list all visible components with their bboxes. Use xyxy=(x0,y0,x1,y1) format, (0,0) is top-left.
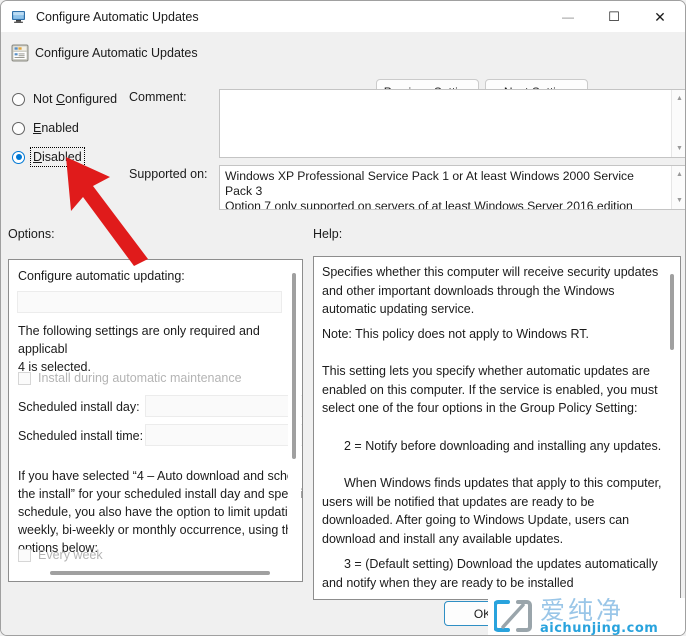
help-vertical-scrollbar[interactable] xyxy=(666,258,679,598)
radio-disabled-label: Disabled xyxy=(30,147,85,167)
supported-on-label: Supported on: xyxy=(129,167,208,181)
supported-on-text: Windows XP Professional Service Pack 1 o… xyxy=(225,169,650,210)
minimize-icon: — xyxy=(562,9,574,24)
supported-on-scrollbar[interactable]: ▲ ▼ xyxy=(671,166,685,209)
title-bar: Configure Automatic Updates — ☐ ✕ xyxy=(1,1,685,32)
help-label: Help: xyxy=(313,227,343,241)
maximize-button[interactable]: ☐ xyxy=(591,1,637,32)
maximize-icon: ☐ xyxy=(608,9,620,24)
radio-enabled-label: Enabled xyxy=(33,121,79,135)
window-title: Configure Automatic Updates xyxy=(36,9,199,24)
radio-disabled[interactable]: Disabled xyxy=(12,147,85,167)
help-paragraph-3: This setting lets you specify whether au… xyxy=(322,364,658,415)
configure-automatic-updates-dialog: Configure Automatic Updates — ☐ ✕ Config… xyxy=(0,0,686,636)
scheduled-install-time-dropdown[interactable]: ▼ xyxy=(145,424,302,446)
configure-automatic-updating-label: Configure automatic updating: xyxy=(18,269,185,283)
options-note: The following settings are only required… xyxy=(18,324,260,374)
help-paragraph-1: Specifies whether this computer will rec… xyxy=(322,265,659,316)
help-paragraph-2: Note: This policy does not apply to Wind… xyxy=(322,327,590,341)
options-horizontal-scrollbar[interactable] xyxy=(10,567,301,580)
help-paragraph-5: When Windows finds updates that apply to… xyxy=(322,476,662,546)
comment-label: Comment: xyxy=(129,90,187,104)
radio-enabled-indicator xyxy=(12,121,25,135)
radio-enabled[interactable]: Enabled xyxy=(12,119,79,137)
monitor-policy-icon xyxy=(11,9,28,25)
options-hscrollbar-thumb[interactable] xyxy=(50,571,270,575)
help-scrollbar-thumb[interactable] xyxy=(670,274,674,350)
options-label: Options: xyxy=(8,227,55,241)
options-vertical-scrollbar[interactable] xyxy=(288,261,301,580)
scroll-down-icon[interactable]: ▼ xyxy=(672,194,685,207)
help-pane-content: Specifies whether this computer will rec… xyxy=(314,257,680,599)
scheduled-install-time-label: Scheduled install time: xyxy=(18,429,144,443)
supported-on-line1: Windows XP Professional Service Pack 1 o… xyxy=(225,169,634,198)
comment-scrollbar[interactable]: ▲ ▼ xyxy=(671,90,685,157)
policy-name: Configure Automatic Updates xyxy=(35,46,198,60)
comment-textarea[interactable]: ▲ ▼ xyxy=(219,89,685,158)
scheduled-install-day-dropdown[interactable] xyxy=(145,395,302,417)
policy-setting-icon xyxy=(11,44,29,62)
window-controls: — ☐ ✕ xyxy=(545,1,685,32)
close-button[interactable]: ✕ xyxy=(637,1,683,32)
scroll-up-icon[interactable]: ▲ xyxy=(672,168,685,181)
checkbox-indicator xyxy=(18,548,31,562)
checkbox-indicator xyxy=(18,371,31,385)
dialog-header: Configure Automatic Updates Previous Set… xyxy=(1,32,685,104)
watermark-url: aichunjing.com xyxy=(540,621,659,636)
supported-on-box: Windows XP Professional Service Pack 1 o… xyxy=(219,165,685,210)
configure-automatic-updating-dropdown[interactable] xyxy=(17,291,282,313)
options-scrollbar-thumb[interactable] xyxy=(292,273,296,459)
radio-not-configured[interactable]: Not Configured xyxy=(12,90,117,108)
close-icon: ✕ xyxy=(654,8,666,25)
aichunjing-logo-icon xyxy=(493,600,532,634)
watermark: 爱纯净 aichunjing.com xyxy=(488,598,685,636)
options-paragraph: If you have selected “4 – Auto download … xyxy=(18,469,302,555)
scroll-up-icon[interactable]: ▲ xyxy=(672,92,685,105)
checkbox-install-during-maintenance[interactable]: Install during automatic maintenance xyxy=(18,371,242,385)
options-pane-content: Configure automatic updating: The follow… xyxy=(9,260,302,581)
scheduled-install-day-label: Scheduled install day: xyxy=(18,400,140,414)
radio-not-configured-indicator xyxy=(12,92,25,106)
help-paragraph-4: 2 = Notify before downloading and instal… xyxy=(344,439,662,453)
supported-on-line2: Option 7 only supported on servers of at… xyxy=(225,199,633,210)
help-paragraph-6: 3 = (Default setting) Download the updat… xyxy=(322,557,658,590)
checkbox-install-during-maintenance-label: Install during automatic maintenance xyxy=(38,371,242,385)
scroll-down-icon[interactable]: ▼ xyxy=(672,142,685,155)
radio-not-configured-label: Not Configured xyxy=(33,92,118,106)
minimize-button[interactable]: — xyxy=(545,1,591,32)
options-pane: Configure automatic updating: The follow… xyxy=(8,259,303,582)
help-pane: Specifies whether this computer will rec… xyxy=(313,256,681,600)
checkbox-every-week-label: Every week xyxy=(38,548,103,562)
checkbox-every-week[interactable]: Every week xyxy=(18,548,103,562)
radio-disabled-indicator xyxy=(12,150,25,164)
